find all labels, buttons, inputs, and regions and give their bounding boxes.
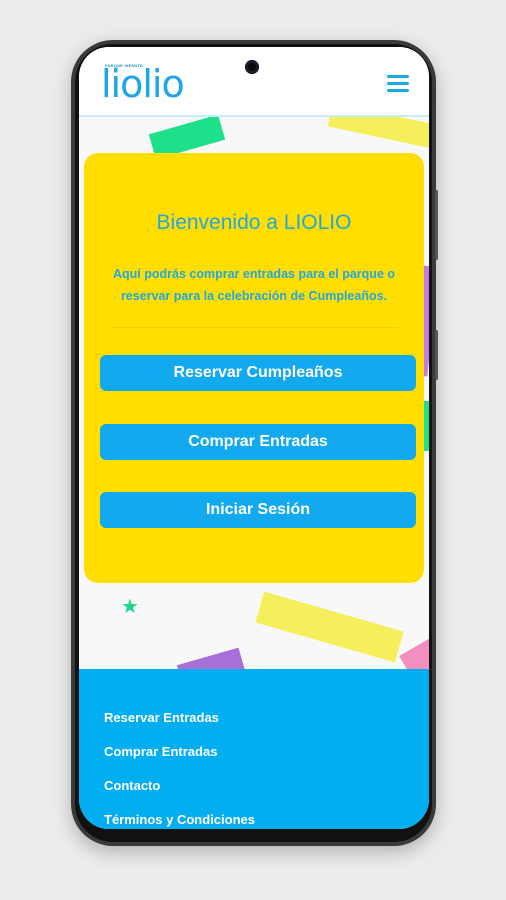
liolio-logo[interactable]: liolio — [101, 65, 185, 103]
welcome-card: Bienvenido a LIOLIO Aquí podrás comprar … — [84, 153, 424, 583]
welcome-title: Bienvenido a LIOLIO — [156, 211, 352, 234]
front-camera — [245, 60, 259, 74]
footer-link-buy-tickets[interactable]: Comprar Entradas — [104, 744, 217, 759]
welcome-description: Aquí podrás comprar entradas para el par… — [112, 267, 396, 303]
site-footer: Reservar Entradas Comprar Entradas Conta… — [79, 669, 429, 829]
confetti-yellow-rect — [327, 116, 429, 150]
footer-link-reserve-tickets[interactable]: Reservar Entradas — [104, 710, 219, 725]
confetti-pink-rect — [399, 636, 429, 669]
app-screen: ★ PARQUE INFANTIL liolio Bienvenido a LI… — [79, 47, 429, 829]
confetti-purple-rect — [176, 647, 246, 669]
app-header: PARQUE INFANTIL liolio — [79, 47, 429, 117]
login-button[interactable]: Iniciar Sesión — [100, 492, 416, 528]
footer-link-terms[interactable]: Términos y Condiciones — [104, 812, 255, 827]
star-icon: ★ — [121, 596, 139, 618]
volume-button — [435, 190, 438, 260]
footer-link-contact[interactable]: Contacto — [104, 778, 160, 793]
divider — [110, 327, 398, 328]
reserve-birthday-button[interactable]: Reservar Cumpleaños — [100, 355, 416, 391]
confetti-yellow-rect — [255, 591, 404, 663]
buy-tickets-button[interactable]: Comprar Entradas — [100, 424, 416, 460]
power-button — [435, 330, 438, 380]
hamburger-menu-icon[interactable] — [387, 75, 409, 93]
